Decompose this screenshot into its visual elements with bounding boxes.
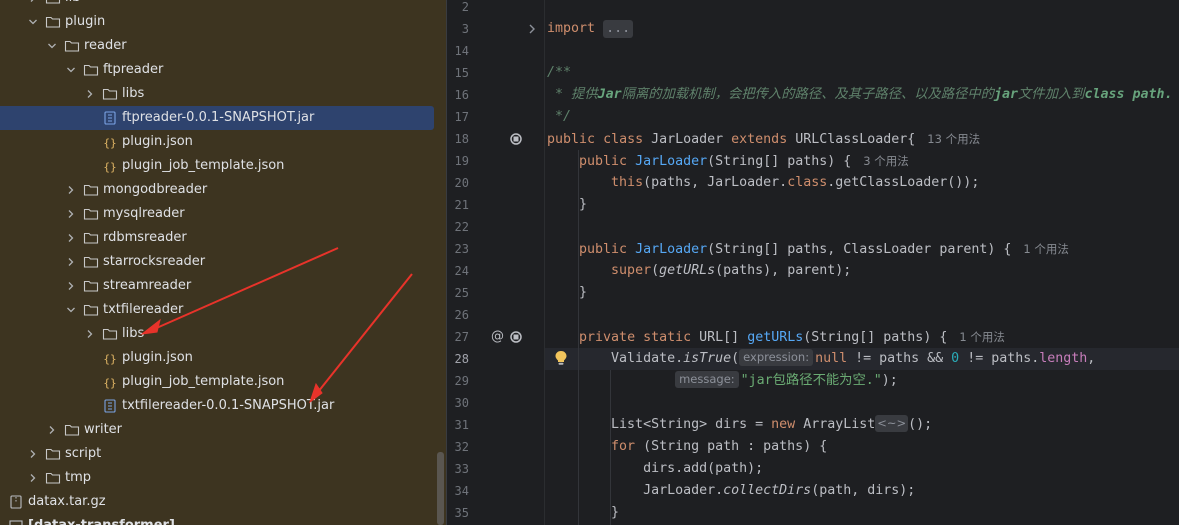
- annotation-arrows: [140, 247, 413, 404]
- tree-scrollbar[interactable]: [437, 452, 444, 525]
